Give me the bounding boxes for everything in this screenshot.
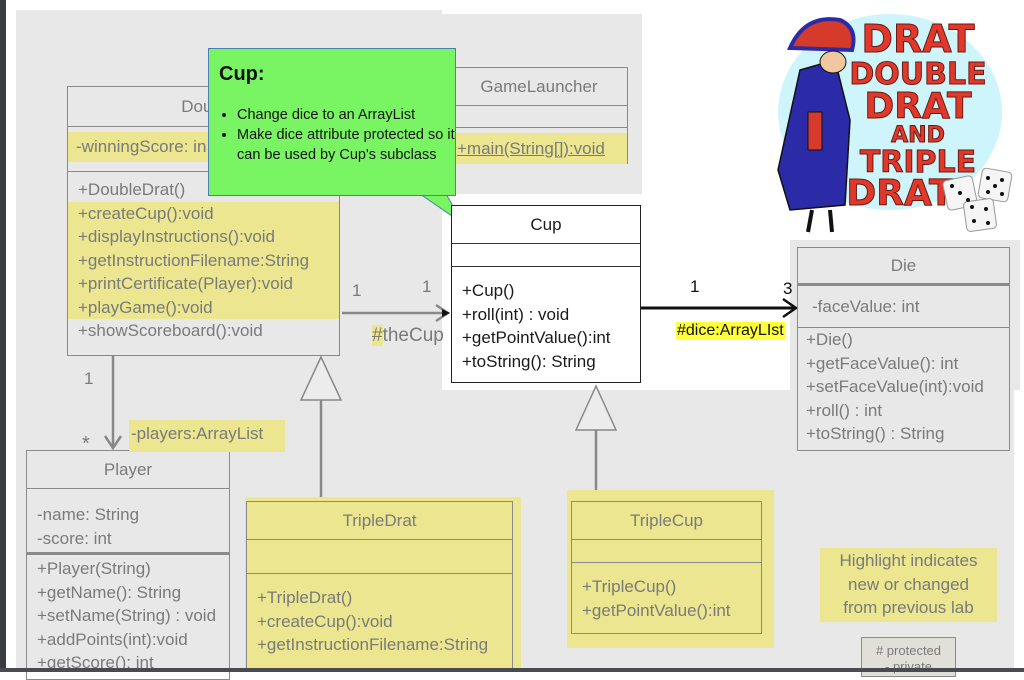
multiplicity-drat-player-target: *	[82, 433, 90, 455]
multiplicity-cup-die-source: 1	[690, 277, 700, 296]
generalization-tripledrat-triangle	[299, 355, 343, 401]
method: +createCup():void	[78, 203, 214, 223]
method: +getInstructionFilename:String	[78, 250, 310, 270]
class-name: TripleCup	[629, 510, 704, 530]
highlight-legend-note: Highlight indicates new or changed from …	[820, 548, 997, 622]
class-tripledrat: TripleDrat +TripleDrat() +createCup():vo…	[246, 501, 513, 672]
class-player-methods: +Player(String) +getName(): String +setN…	[27, 555, 229, 675]
method: +playGame():void	[78, 297, 213, 317]
class-triplecup: TripleCup +TripleCup() +getPointValue():…	[571, 501, 762, 634]
method: +Die()	[806, 330, 853, 349]
callout-note: Cup: Change dice to an ArrayList Make di…	[208, 48, 456, 196]
generalization-triplecup-triangle	[574, 384, 618, 431]
class-doubledrat-methods: +DoubleDrat() +createCup():void +display…	[68, 172, 339, 343]
class-name: Die	[890, 255, 917, 275]
method: +addPoints(int):void	[37, 629, 188, 649]
multiplicity-drat-player-source: 1	[84, 369, 94, 388]
callout-bullet: Change dice to an ArrayList	[237, 105, 457, 125]
window-bottom-edge	[0, 668, 1024, 672]
method: +Player(String)	[37, 559, 151, 578]
callout-bullets: Change dice to an ArrayList Make dice at…	[217, 105, 457, 165]
class-cup-name: Cup	[452, 206, 640, 244]
class-die-methods: +Die() +getFaceValue(): int +setFaceValu…	[798, 328, 1009, 446]
method: +printCertificate(Player):void	[78, 274, 293, 293]
role-thecup-name: theCup	[382, 325, 444, 346]
method: +getFaceValue(): int	[806, 353, 959, 373]
class-die-name: Die	[798, 248, 1009, 286]
class-gamelauncher-name: GameLauncher	[451, 68, 627, 106]
method: +TripleDrat()	[257, 588, 353, 607]
method: +setFaceValue(int):void	[806, 377, 984, 396]
method: +main(String[]):void	[451, 133, 627, 164]
class-cup: Cup +Cup() +roll(int) : void +getPointVa…	[451, 205, 641, 383]
method: +getName(): String	[37, 582, 182, 602]
class-gamelauncher: GameLauncher +main(String[]):void	[450, 67, 628, 164]
role-dice: #dice:ArrayLIst	[676, 322, 785, 340]
class-name: GameLauncher	[480, 76, 598, 96]
class-player: Player -name: String -score: int +Player…	[26, 450, 230, 680]
class-player-name: Player	[27, 451, 229, 489]
multiplicity-cup-die-target: 3	[783, 279, 793, 298]
legend-protected: # protected	[875, 643, 942, 658]
class-cup-attributes	[452, 244, 640, 267]
method: +getInstructionFilename:String	[257, 635, 489, 654]
callout-bullet: Make dice attribute protected so it can …	[237, 125, 457, 165]
attribute: -score: int	[37, 528, 112, 548]
multiplicity-drat-cup-target: 1	[422, 277, 432, 296]
class-die-attributes: -faceValue: int	[798, 286, 1009, 328]
method: +getPointValue():int	[582, 600, 731, 620]
class-player-attributes: -name: String -score: int	[27, 489, 229, 555]
class-cup-methods: +Cup() +roll(int) : void +getPointValue(…	[452, 267, 640, 373]
attribute: -faceValue: int	[812, 296, 920, 316]
role-thecup: #theCup	[372, 325, 444, 347]
legend-line: new or changed	[848, 574, 969, 594]
class-gamelauncher-attributes	[451, 106, 627, 128]
class-triplecup-methods: +TripleCup() +getPointValue():int	[572, 563, 761, 622]
legend-private: - private	[885, 659, 932, 674]
role-players: -players:ArrayList	[129, 420, 286, 452]
legend-line: from previous lab	[843, 598, 974, 617]
class-name: TripleDrat	[342, 510, 417, 530]
method: +createCup():void	[257, 611, 393, 631]
method: +TripleCup()	[582, 577, 677, 596]
class-triplecup-attributes	[572, 540, 761, 563]
legend-line: Highlight indicates	[839, 551, 978, 570]
method: +showScoreboard():void	[78, 321, 263, 340]
class-tripledrat-methods: +TripleDrat() +createCup():void +getInst…	[247, 574, 512, 657]
method: +getPointValue():int	[462, 328, 611, 347]
role-thecup-hash: #	[372, 325, 383, 346]
class-die: Die -faceValue: int +Die() +getFaceValue…	[797, 247, 1010, 451]
class-triplecup-name: TripleCup	[572, 502, 761, 540]
callout-title: Cup:	[219, 63, 265, 85]
multiplicity-drat-cup-source: 1	[352, 281, 362, 300]
method: +roll() : int	[806, 400, 883, 420]
class-tripledrat-attributes	[247, 540, 512, 574]
class-gamelauncher-methods: +main(String[]):void	[451, 133, 627, 164]
attribute: -name: String	[37, 505, 140, 524]
class-tripledrat-name: TripleDrat	[247, 502, 512, 540]
method: +setName(String) : void	[37, 606, 217, 625]
class-name: Player	[103, 459, 153, 479]
method: +roll(int) : void	[462, 304, 570, 324]
highlighted-methods: +createCup():void +displayInstructions()…	[68, 201, 339, 319]
method: +displayInstructions():void	[78, 227, 276, 246]
class-name: Cup	[530, 214, 562, 234]
callout-tail	[418, 193, 453, 217]
method: +toString(): String	[462, 351, 596, 371]
method: +toString() : String	[806, 424, 945, 443]
method: +Cup()	[462, 281, 515, 300]
